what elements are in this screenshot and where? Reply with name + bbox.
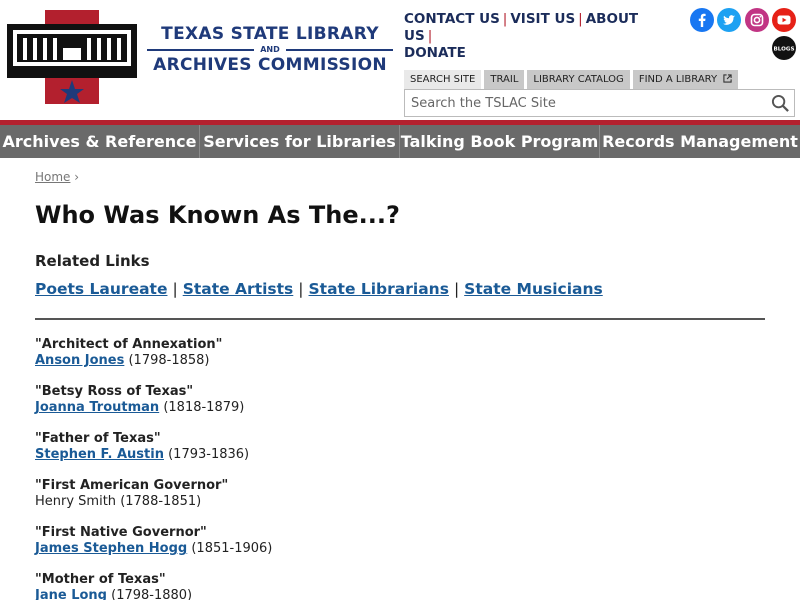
main-content: Home › Who Was Known As The...? Related …: [35, 170, 765, 600]
state-musicians-link[interactable]: State Musicians: [464, 280, 603, 298]
person-link[interactable]: Joanna Troutman: [35, 400, 159, 415]
nav-archives-reference[interactable]: Archives & Reference: [0, 125, 200, 158]
person-link[interactable]: Jane Long: [35, 588, 107, 600]
nickname: "Architect of Annexation": [35, 337, 223, 352]
tab-find-a-library[interactable]: FIND A LIBRARY: [632, 70, 739, 89]
visit-us-link[interactable]: VISIT US: [510, 11, 575, 27]
org-name-and: AND: [260, 45, 280, 54]
org-name[interactable]: TEXAS STATE LIBRARY AND ARCHIVES COMMISS…: [147, 24, 393, 75]
site-header: TEXAS STATE LIBRARY AND ARCHIVES COMMISS…: [0, 0, 800, 120]
nav-services-for-libraries[interactable]: Services for Libraries: [200, 125, 400, 158]
page-title: Who Was Known As The...?: [35, 201, 400, 229]
list-item: "Betsy Ross of Texas" Joanna Troutman (1…: [35, 384, 765, 416]
nav-talking-book-program[interactable]: Talking Book Program: [400, 125, 600, 158]
facebook-icon[interactable]: [690, 8, 714, 32]
tslac-logo-icon[interactable]: [7, 10, 137, 104]
blogs-icon[interactable]: BLOGS: [772, 36, 796, 60]
related-links: Poets Laureate | State Artists | State Libra…: [35, 280, 765, 298]
life-years: (1818-1879): [163, 400, 245, 415]
utility-separator: |: [427, 28, 433, 44]
related-separator: |: [172, 280, 178, 298]
person-name: Henry Smith: [35, 494, 117, 509]
tab-library-catalog[interactable]: LIBRARY CATALOG: [527, 70, 630, 89]
search-input[interactable]: [405, 90, 765, 116]
tab-trail[interactable]: TRAIL: [484, 70, 525, 89]
state-librarians-link[interactable]: State Librarians: [309, 280, 449, 298]
breadcrumb: Home ›: [35, 170, 765, 184]
org-name-line2: ARCHIVES COMMISSION: [153, 55, 387, 75]
utility-links: CONTACT US | VISIT US | ABOUT US | DONATE: [404, 11, 674, 62]
contact-us-link[interactable]: CONTACT US: [404, 11, 500, 27]
utility-separator: |: [502, 11, 508, 27]
list-item: "Architect of Annexation" Anson Jones (1…: [35, 337, 765, 369]
list-item: "First Native Governor" James Stephen Ho…: [35, 525, 765, 557]
life-years: (1798-1880): [111, 588, 193, 600]
nickname: "Betsy Ross of Texas": [35, 384, 194, 399]
org-name-divider: AND: [147, 45, 393, 54]
list-item: "First American Governor" Henry Smith (1…: [35, 478, 765, 510]
utility-separator: |: [578, 11, 583, 27]
breadcrumb-separator: ›: [74, 170, 80, 184]
related-links-heading: Related Links: [35, 252, 150, 270]
external-link-icon: [723, 74, 732, 83]
search-icon[interactable]: [771, 94, 790, 113]
tab-find-a-library-label: FIND A LIBRARY: [638, 74, 718, 85]
nickname-list: "Architect of Annexation" Anson Jones (1…: [35, 337, 765, 600]
search-tabs: SEARCH SITE TRAIL LIBRARY CATALOG FIND A…: [404, 70, 739, 89]
instagram-icon[interactable]: [745, 8, 769, 32]
nickname: "First American Governor": [35, 478, 229, 493]
person-link[interactable]: Stephen F. Austin: [35, 447, 164, 462]
content-divider: [35, 318, 765, 320]
life-years: (1793-1836): [168, 447, 250, 462]
nav-records-management[interactable]: Records Management: [600, 125, 800, 158]
related-separator: |: [298, 280, 304, 298]
tab-search-site[interactable]: SEARCH SITE: [404, 70, 482, 89]
life-years: (1788-1851): [120, 494, 202, 509]
state-artists-link[interactable]: State Artists: [183, 280, 294, 298]
org-name-line1: TEXAS STATE LIBRARY: [161, 24, 379, 44]
life-years: (1798-1858): [128, 353, 210, 368]
breadcrumb-home-link[interactable]: Home: [35, 170, 70, 184]
site-search-box: [404, 89, 795, 117]
nickname: "Father of Texas": [35, 431, 161, 446]
nickname: "First Native Governor": [35, 525, 207, 540]
person-link[interactable]: James Stephen Hogg: [35, 541, 187, 556]
related-separator: |: [453, 280, 460, 298]
twitter-icon[interactable]: [717, 8, 741, 32]
donate-link[interactable]: DONATE: [404, 45, 466, 61]
nickname: "Mother of Texas": [35, 572, 166, 587]
life-years: (1851-1906): [191, 541, 273, 556]
social-links: BLOGS: [690, 8, 798, 62]
poets-laureate-link[interactable]: Poets Laureate: [35, 280, 167, 298]
list-item: "Father of Texas" Stephen F. Austin (179…: [35, 431, 765, 463]
svg-text:BLOGS: BLOGS: [773, 46, 794, 52]
person-link[interactable]: Anson Jones: [35, 353, 124, 368]
list-item: "Mother of Texas" Jane Long (1798-1880): [35, 572, 765, 600]
main-nav: Archives & Reference Services for Librar…: [0, 125, 800, 158]
youtube-icon[interactable]: [772, 8, 796, 32]
